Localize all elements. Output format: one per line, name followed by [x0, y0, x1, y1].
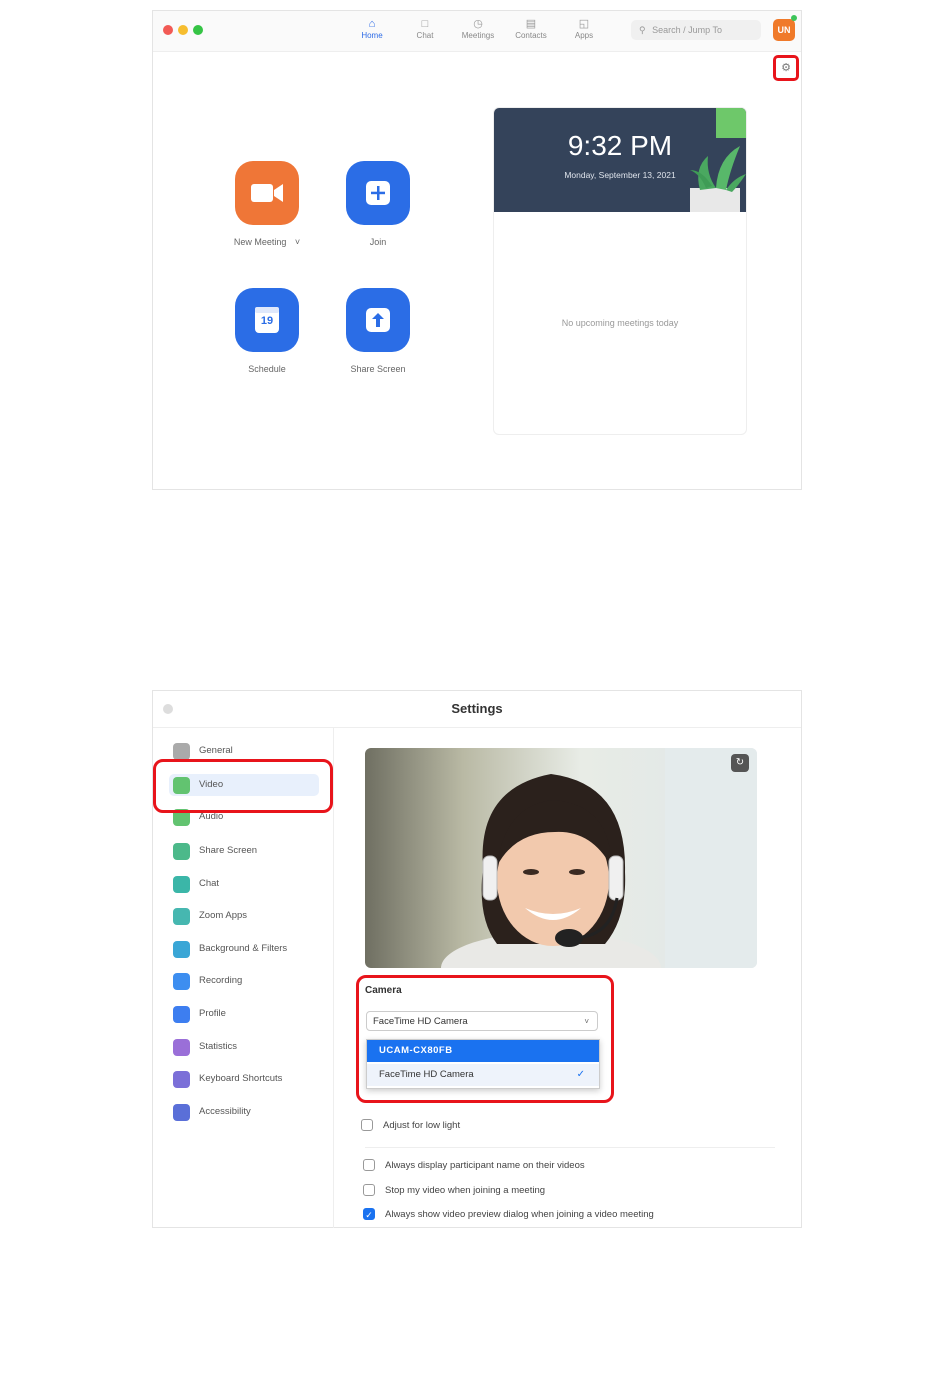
tab-apps[interactable]: ◱ Apps [559, 17, 609, 40]
share-arrow-icon [366, 308, 390, 332]
home-icon: ⌂ [368, 18, 376, 30]
share-screen-icon [173, 843, 190, 860]
schedule-button[interactable]: 19 [235, 288, 299, 352]
new-meeting-label: New Meeting [233, 237, 287, 247]
keyboard-icon [173, 1071, 190, 1088]
share-screen-action: Share Screen [318, 288, 438, 374]
share-screen-button[interactable] [346, 288, 410, 352]
sidebar-item-statistics[interactable]: Statistics [173, 1036, 323, 1058]
sidebar-item-keyboard-shortcuts[interactable]: Keyboard Shortcuts [173, 1068, 323, 1090]
new-meeting-action: New Meeting ˅ [207, 161, 327, 247]
minimize-window-button[interactable] [178, 25, 188, 35]
no-meetings-text: No upcoming meetings today [561, 318, 679, 328]
join-label: Join [369, 237, 387, 247]
checkbox[interactable] [363, 1184, 375, 1196]
search-input[interactable]: ⚲ Search / Jump To [631, 20, 761, 40]
schedule-action: 19 Schedule [207, 288, 327, 374]
video-highlight-box [153, 759, 333, 813]
sidebar-item-background-filters[interactable]: Background & Filters [173, 938, 323, 960]
statistics-icon [173, 1039, 190, 1056]
close-window-button[interactable] [163, 25, 173, 35]
contacts-icon: ▤ [525, 18, 537, 30]
sidebar-item-recording[interactable]: Recording [173, 970, 323, 992]
zoom-home-window: ⌂ Home □ Chat ◷ Meetings ▤ Contacts ◱ Ap… [152, 10, 802, 490]
plus-icon [366, 181, 390, 205]
divider [365, 1147, 775, 1148]
settings-window: Settings General Video Audio Share Scree… [152, 690, 802, 1228]
clock-icon: ◷ [473, 18, 483, 30]
tab-chat[interactable]: □ Chat [400, 17, 450, 40]
share-screen-label: Share Screen [350, 364, 406, 374]
profile-icon [173, 1006, 190, 1023]
clock-date: Monday, September 13, 2021 [564, 170, 676, 180]
sidebar-item-accessibility[interactable]: Accessibility [173, 1101, 323, 1123]
tab-home[interactable]: ⌂ Home [347, 17, 397, 40]
sidebar-item-chat[interactable]: Chat [173, 873, 323, 895]
sidebar-item-share-screen[interactable]: Share Screen [173, 840, 323, 862]
camera-highlight-box [356, 975, 614, 1103]
apps-icon: ◱ [578, 18, 590, 30]
apps-icon [173, 908, 190, 925]
close-window-button[interactable] [163, 704, 173, 714]
sidebar-item-zoom-apps[interactable]: Zoom Apps [173, 905, 323, 927]
record-icon [173, 973, 190, 990]
zoom-window-button[interactable] [193, 25, 203, 35]
checkbox[interactable] [361, 1119, 373, 1131]
schedule-label: Schedule [248, 364, 286, 374]
avatar[interactable]: UN [773, 19, 795, 41]
gear-icon [173, 743, 190, 760]
tab-meetings[interactable]: ◷ Meetings [453, 17, 503, 40]
video-camera-icon [251, 184, 283, 202]
upcoming-meetings-card: 9:32 PM Monday, September 13, 2021 No up… [493, 107, 747, 435]
checkbox-checked[interactable]: ✓ [363, 1208, 375, 1220]
settings-gear-button[interactable]: ⚙ [773, 55, 799, 81]
chat-icon: □ [421, 18, 429, 30]
settings-title: Settings [153, 691, 801, 728]
checkbox[interactable] [363, 1159, 375, 1171]
clock-time: 9:32 PM [567, 130, 673, 161]
clock-banner: 9:32 PM Monday, September 13, 2021 [494, 108, 746, 212]
title-bar: ⌂ Home □ Chat ◷ Meetings ▤ Contacts ◱ Ap… [153, 11, 801, 52]
person-preview-image [441, 748, 757, 968]
sidebar-item-profile[interactable]: Profile [173, 1003, 323, 1025]
gear-icon: ⚙ [781, 62, 791, 74]
accessibility-icon [173, 1104, 190, 1121]
search-icon: ⚲ [639, 25, 646, 35]
calendar-day: 19 [260, 315, 274, 327]
chevron-down-icon[interactable]: ˅ [295, 237, 300, 247]
video-preview: ↻ [365, 748, 757, 968]
status-indicator [791, 15, 797, 21]
tab-contacts[interactable]: ▤ Contacts [506, 17, 556, 40]
rotate-icon: ↻ [735, 757, 745, 768]
background-icon [173, 941, 190, 958]
rotate-camera-button[interactable]: ↻ [731, 754, 749, 772]
new-meeting-button[interactable] [235, 161, 299, 225]
chat-icon [173, 876, 190, 893]
join-action: Join [318, 161, 438, 247]
join-button[interactable] [346, 161, 410, 225]
